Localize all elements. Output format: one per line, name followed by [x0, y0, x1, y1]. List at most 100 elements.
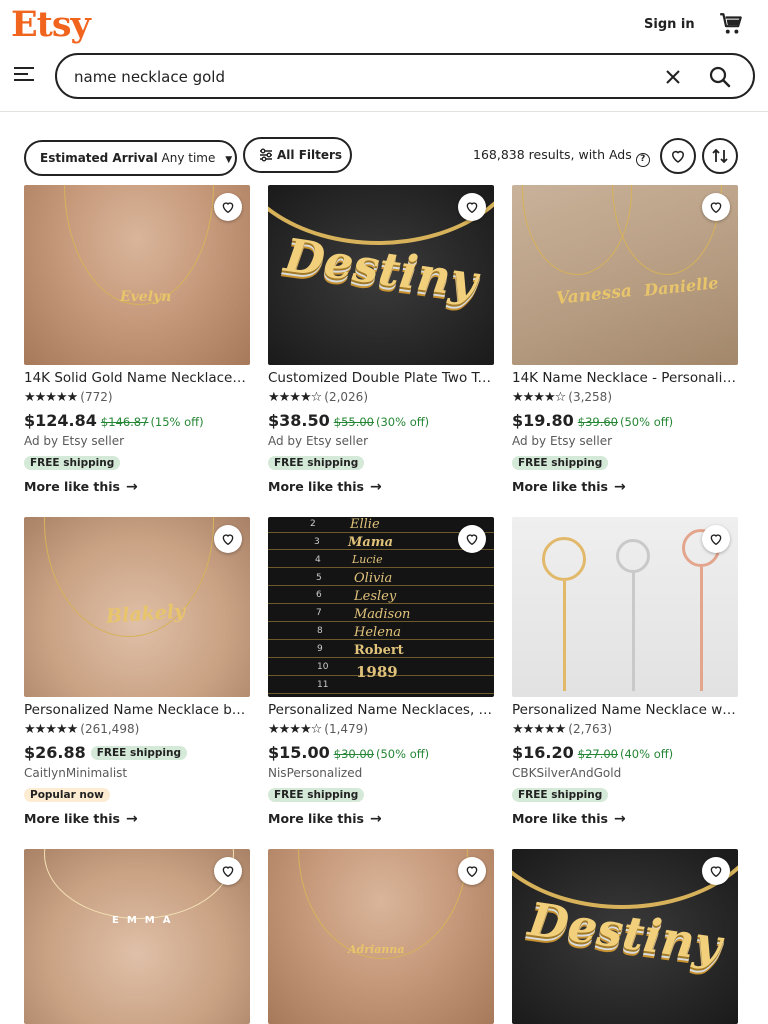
- sale-price: $15.00: [268, 743, 330, 762]
- listing-card[interactable]: Evelyn 14K Solid Gold Name Necklace, Nam…: [24, 185, 250, 495]
- favorite-button[interactable]: [214, 193, 242, 221]
- heart-icon: [466, 534, 478, 546]
- more-like-this-link[interactable]: More like this →: [24, 479, 250, 495]
- more-like-this-label: More like this: [24, 479, 120, 494]
- results-text: 168,838 results, with Ads: [473, 147, 632, 162]
- size-number: 7: [316, 608, 322, 618]
- pendant-text: EMMA: [112, 915, 179, 926]
- all-filters-button[interactable]: All Filters: [243, 137, 352, 173]
- search-icon[interactable]: [707, 64, 733, 90]
- listing-image[interactable]: Destiny: [512, 849, 738, 1024]
- listing-title[interactable]: 14K Name Necklace - Personalized Name Ne…: [512, 370, 738, 388]
- sale-price: $19.80: [512, 411, 574, 430]
- favorites-filter-button[interactable]: [660, 138, 696, 174]
- listing-title[interactable]: Personalized Name Necklace by CaitlynMin…: [24, 702, 250, 720]
- seller-name[interactable]: CBKSilverAndGold: [512, 766, 738, 783]
- free-shipping-badge: FREE shipping: [268, 788, 365, 802]
- heart-icon: [466, 202, 478, 214]
- star-rating-icon: ★★★★★: [24, 390, 78, 405]
- sort-button[interactable]: [702, 138, 738, 174]
- listing-rating: ★★★★★ (261,498): [24, 722, 250, 738]
- seller-name[interactable]: NisPersonalized: [268, 766, 494, 783]
- price-line: $19.80 $39.60 (50% off): [512, 411, 738, 433]
- listing-image[interactable]: [512, 517, 738, 697]
- listing-card[interactable]: 2 3 4 5 6 7 8 9 10 11 Ellie Mama Lucie O…: [268, 517, 494, 827]
- favorite-button[interactable]: [702, 193, 730, 221]
- size-number: 10: [317, 662, 329, 672]
- sample-name: Robert: [354, 643, 404, 658]
- favorite-button[interactable]: [214, 857, 242, 885]
- price-line: $15.00 $30.00 (50% off): [268, 743, 494, 765]
- pendant-text: Danielle: [643, 273, 720, 300]
- listing-image[interactable]: Destiny: [268, 185, 494, 365]
- favorite-button[interactable]: [458, 193, 486, 221]
- size-number: 6: [316, 590, 322, 600]
- original-price: $39.60: [577, 415, 618, 429]
- size-number: 8: [317, 626, 323, 636]
- listing-card[interactable]: Destiny Customized Double Plate Two Tone…: [268, 185, 494, 495]
- pendant-text: Evelyn: [120, 289, 172, 305]
- listing-title[interactable]: Personalized Name Necklaces, Gold Name N…: [268, 702, 494, 720]
- pendant-text: Vanessa: [555, 281, 633, 309]
- popular-now-badge: Popular now: [24, 788, 110, 802]
- search-input[interactable]: [74, 66, 634, 88]
- menu-icon[interactable]: [14, 64, 34, 84]
- more-like-this-link[interactable]: More like this →: [268, 479, 494, 495]
- more-like-this-link[interactable]: More like this →: [24, 811, 250, 827]
- estimated-arrival-filter[interactable]: Estimated Arrival Any time ▼: [24, 140, 237, 176]
- listing-title[interactable]: Personalized Name Necklace with Birth Fl…: [512, 702, 738, 720]
- listing-card[interactable]: Blakely Personalized Name Necklace by Ca…: [24, 517, 250, 827]
- star-rating-icon: ★★★★☆: [268, 390, 322, 405]
- listing-image[interactable]: Vanessa Danielle: [512, 185, 738, 365]
- listing-image[interactable]: 2 3 4 5 6 7 8 9 10 11 Ellie Mama Lucie O…: [268, 517, 494, 697]
- etsy-logo[interactable]: Etsy: [11, 4, 91, 45]
- sample-name: Lesley: [354, 589, 397, 604]
- favorite-button[interactable]: [458, 525, 486, 553]
- star-rating-icon: ★★★★☆: [268, 722, 322, 737]
- listing-card[interactable]: Destiny: [512, 849, 738, 1024]
- favorite-button[interactable]: [702, 857, 730, 885]
- listing-title[interactable]: Customized Double Plate Two Tone Name Ne…: [268, 370, 494, 388]
- discount: (30% off): [376, 415, 430, 429]
- cart-icon[interactable]: [718, 11, 744, 37]
- clear-icon[interactable]: [663, 67, 683, 87]
- listing-card[interactable]: Personalized Name Necklace with Birth Fl…: [512, 517, 738, 827]
- more-like-this-label: More like this: [268, 811, 364, 826]
- listing-card[interactable]: Adrianna: [268, 849, 494, 1024]
- review-count: (3,258): [568, 390, 612, 404]
- more-like-this-link[interactable]: More like this →: [268, 811, 494, 827]
- star-rating-icon: ★★★★★: [24, 722, 78, 737]
- more-like-this-label: More like this: [512, 479, 608, 494]
- sign-in-link[interactable]: Sign in: [644, 17, 695, 32]
- more-like-this-link[interactable]: More like this →: [512, 811, 738, 827]
- sample-name: 1989: [356, 663, 398, 681]
- seller-name[interactable]: CaitlynMinimalist: [24, 766, 250, 783]
- favorite-button[interactable]: [458, 857, 486, 885]
- more-like-this-link[interactable]: More like this →: [512, 479, 738, 495]
- search-bar: [55, 53, 755, 99]
- results-count: 168,838 results, with Ads?: [473, 147, 650, 167]
- listing-card[interactable]: Vanessa Danielle 14K Name Necklace - Per…: [512, 185, 738, 495]
- listing-title[interactable]: 14K Solid Gold Name Necklace, Name Neckl…: [24, 370, 250, 388]
- size-number: 2: [310, 519, 316, 529]
- help-icon[interactable]: ?: [635, 153, 650, 167]
- listing-card[interactable]: EMMA: [24, 849, 250, 1024]
- size-number: 3: [314, 537, 320, 547]
- price-line: $38.50 $55.00 (30% off): [268, 411, 494, 433]
- divider-line: [268, 693, 494, 694]
- original-price: $27.00: [577, 747, 618, 761]
- listing-image[interactable]: EMMA: [24, 849, 250, 1024]
- listing-image[interactable]: Blakely: [24, 517, 250, 697]
- divider-line: [268, 567, 494, 568]
- favorite-button[interactable]: [702, 525, 730, 553]
- size-number: 11: [317, 680, 329, 690]
- listing-rating: ★★★★☆ (3,258): [512, 390, 738, 406]
- pendant-text: Adrianna: [348, 943, 405, 956]
- listing-image[interactable]: Evelyn: [24, 185, 250, 365]
- review-count: (261,498): [80, 722, 140, 736]
- sort-icon: [712, 148, 728, 164]
- size-number: 4: [315, 555, 321, 565]
- heart-icon: [710, 866, 722, 878]
- favorite-button[interactable]: [214, 525, 242, 553]
- listing-image[interactable]: Adrianna: [268, 849, 494, 1024]
